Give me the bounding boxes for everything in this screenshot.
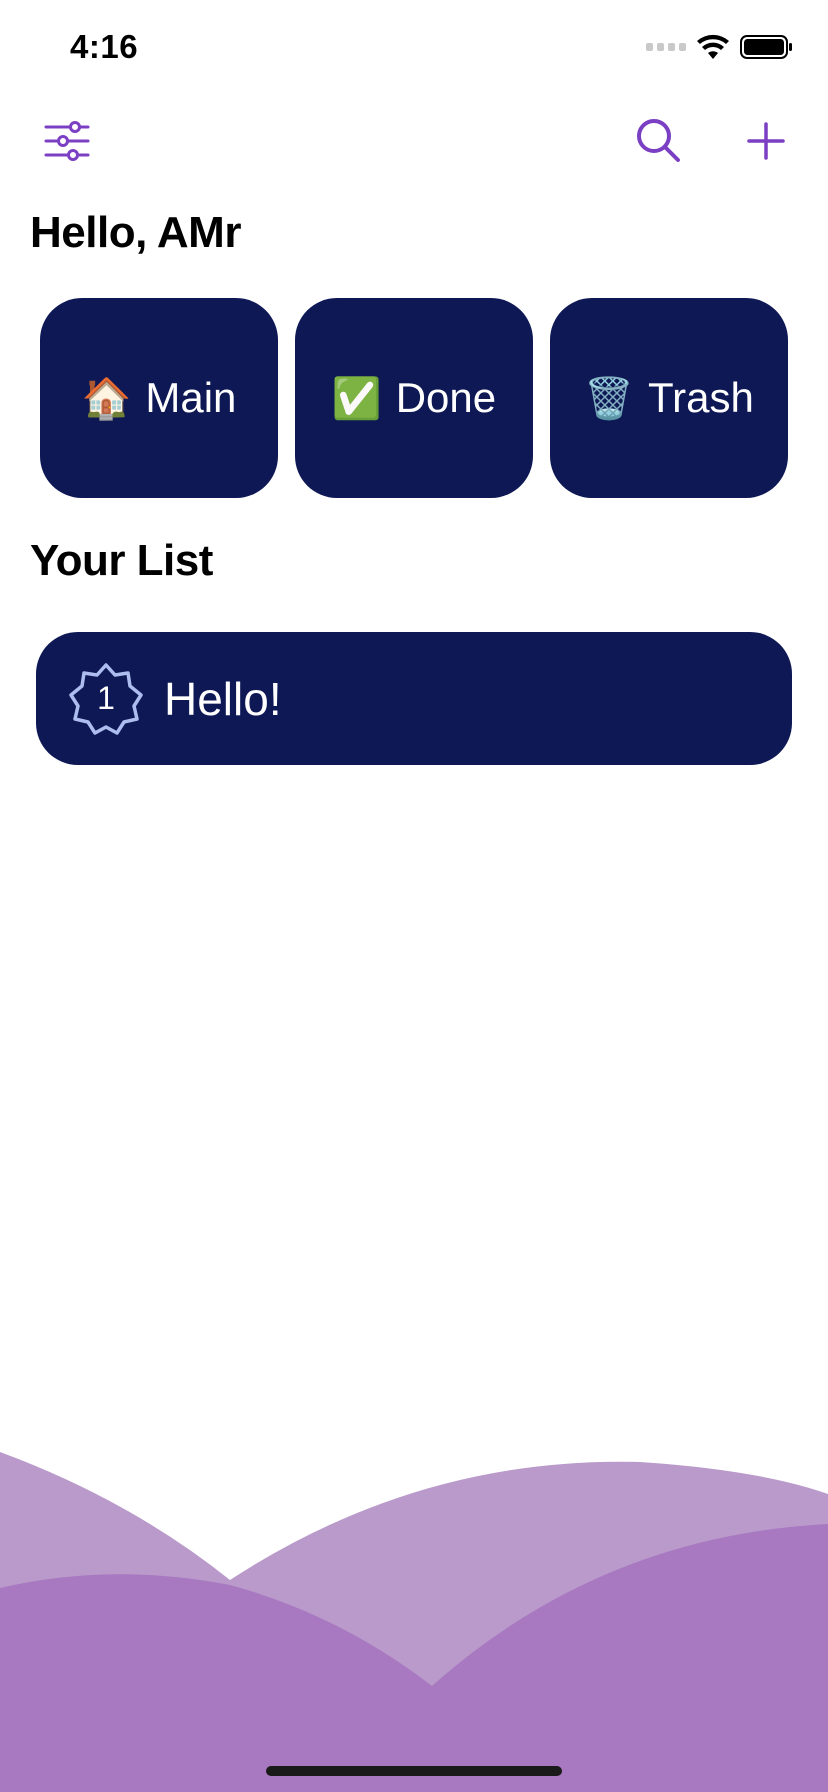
category-label: Main [145,374,237,421]
add-button[interactable] [734,112,798,170]
house-icon: 🏠 [81,375,132,422]
sliders-icon [44,121,90,161]
number-badge: 1 [68,661,144,737]
category-label: Trash [648,374,754,421]
cellular-signal-icon [646,43,686,51]
trash-can-icon: 🗑️ [584,375,634,422]
battery-icon [740,35,792,59]
status-icons [646,34,794,60]
category-done-button[interactable]: ✅ Done [295,298,533,498]
plus-icon [747,122,785,160]
wifi-icon [697,34,729,59]
search-button[interactable] [626,108,690,172]
category-trash-button[interactable]: 🗑️ Trash [550,298,788,498]
check-mark-icon: ✅ [331,375,382,422]
category-row: 🏠 Main ✅ Done 🗑️ Trash [40,298,790,498]
app-screen: 4:16 Hello, AMr 🏠 Main ✅ Done 🗑️ Trash Y… [0,0,828,1792]
filter-button[interactable] [36,112,98,170]
category-main-button[interactable]: 🏠 Main [40,298,278,498]
status-time: 4:16 [70,28,139,65]
list-item-label: Hello! [164,672,282,725]
badge-number: 1 [97,680,115,716]
category-label: Done [395,374,497,421]
greeting-title: Hello, AMr [30,208,241,257]
search-icon [637,119,680,162]
home-indicator[interactable] [266,1766,562,1776]
section-title: Your List [30,536,213,585]
wave-decoration [0,1452,828,1792]
list-item[interactable]: 1 Hello! [36,632,792,765]
